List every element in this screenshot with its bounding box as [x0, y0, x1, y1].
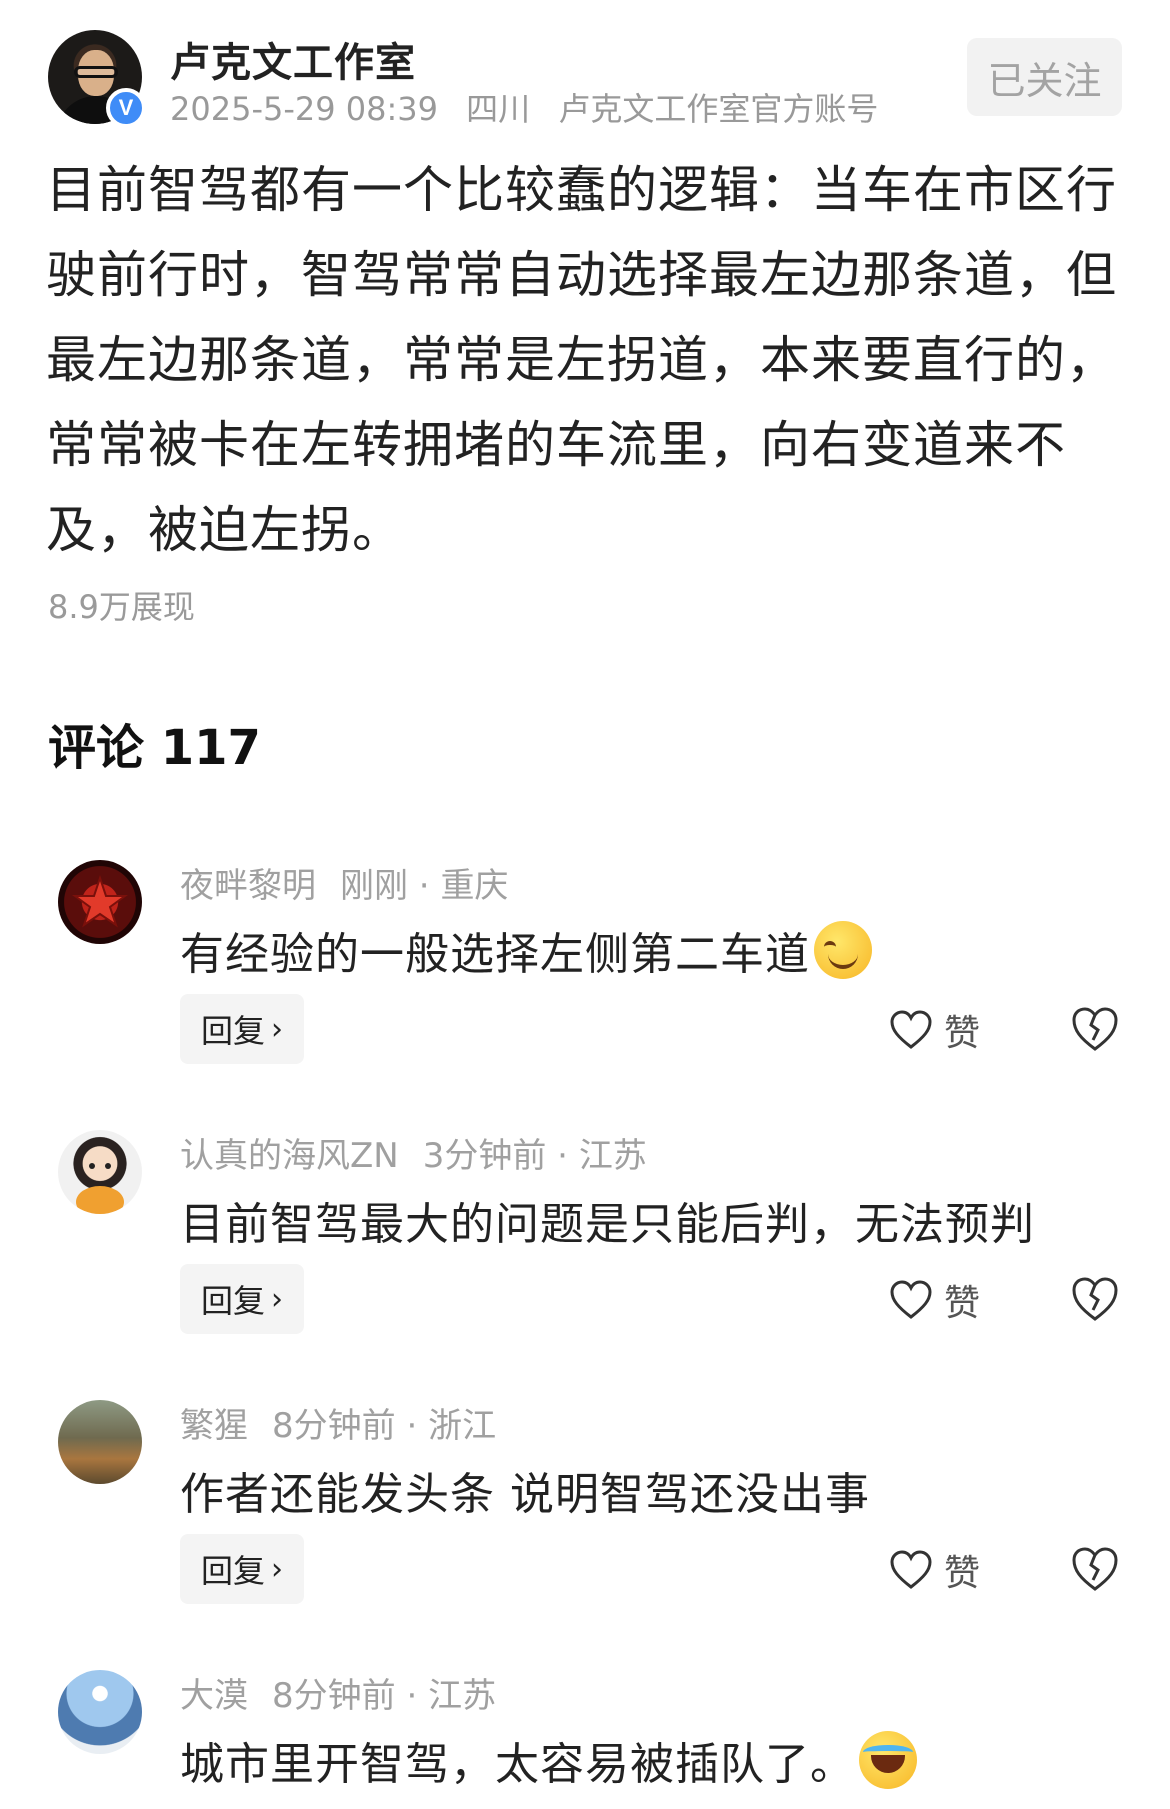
like-button[interactable]: 赞	[890, 1002, 980, 1058]
commenter-avatar[interactable]	[58, 860, 142, 944]
commenter-meta: 大漠 8分钟前 · 江苏	[180, 1676, 497, 1716]
comment-text-row: 城市里开智驾，太容易被插队了。	[180, 1728, 917, 1792]
heart-icon	[890, 1010, 932, 1049]
comment-item: 大漠 8分钟前 · 江苏 城市里开智驾，太容易被插队了。	[58, 1670, 1128, 1809]
comment-time: 8分钟前	[272, 1406, 396, 1446]
comment-item: 认真的海风ZN 3分钟前 · 江苏 目前智驾最大的问题是只能后判，无法预判 回复 ›…	[58, 1130, 1128, 1380]
commenter-avatar[interactable]	[58, 1670, 142, 1754]
comment-location: 重庆	[440, 866, 509, 906]
commenter-meta: 繁猩 8分钟前 · 浙江	[180, 1406, 497, 1446]
post-header: V 卢克文工作室 2025-5-29 08:39 四川 卢克文工作室官方账号 已…	[48, 30, 1122, 130]
smile-emoji-icon	[814, 921, 872, 979]
commenter-avatar[interactable]	[58, 1400, 142, 1484]
like-label: 赞	[944, 1553, 981, 1594]
post-location: 四川	[466, 90, 531, 128]
post-date: 2025-5-29 08:39	[170, 90, 438, 128]
chevron-right-icon: ›	[271, 1281, 283, 1317]
reply-label: 回复	[200, 1552, 265, 1590]
reply-label: 回复	[200, 1282, 265, 1320]
like-button[interactable]: 赞	[890, 1542, 980, 1598]
heart-icon	[890, 1280, 932, 1319]
comment-text: 有经验的一般选择左侧第二车道	[180, 929, 810, 980]
star-icon	[71, 874, 129, 928]
commenter-name[interactable]: 认真的海风ZN	[180, 1136, 399, 1176]
like-label: 赞	[944, 1283, 981, 1324]
comment-text-row: 有经验的一般选择左侧第二车道	[180, 918, 872, 982]
chevron-right-icon: ›	[271, 1551, 283, 1587]
chevron-right-icon: ›	[271, 1011, 283, 1047]
author-name[interactable]: 卢克文工作室	[170, 30, 416, 88]
comment-item: 夜畔黎明 刚刚 · 重庆 有经验的一般选择左侧第二车道 回复 › 赞	[58, 860, 1128, 1110]
post-meta: 2025-5-29 08:39 四川 卢克文工作室官方账号	[170, 84, 896, 130]
commenter-name[interactable]: 夜畔黎明	[180, 866, 316, 906]
account-label: 卢克文工作室官方账号	[558, 90, 879, 128]
comment-time: 3分钟前	[422, 1136, 547, 1176]
comment-item: 繁猩 8分钟前 · 浙江 作者还能发头条 说明智驾还没出事 回复 › 赞	[58, 1400, 1128, 1650]
comment-location: 江苏	[428, 1676, 497, 1716]
comments-title: 评论 117	[48, 720, 261, 776]
broken-heart-icon[interactable]	[1070, 1544, 1120, 1594]
reply-button[interactable]: 回复 ›	[180, 1534, 304, 1604]
impressions-count: 8.9万展现	[48, 588, 195, 626]
reply-button[interactable]: 回复 ›	[180, 1264, 304, 1334]
comment-location: 浙江	[428, 1406, 497, 1446]
crying-laughing-emoji-icon	[859, 1731, 917, 1789]
broken-heart-icon[interactable]	[1070, 1004, 1120, 1054]
reply-label: 回复	[200, 1012, 265, 1050]
follow-button[interactable]: 已关注	[967, 38, 1122, 116]
broken-heart-icon[interactable]	[1070, 1274, 1120, 1324]
child-icon	[76, 1163, 124, 1214]
comment-time: 刚刚	[340, 866, 408, 906]
comment-text: 作者还能发头条 说明智驾还没出事	[180, 1469, 870, 1520]
comment-time: 8分钟前	[272, 1676, 396, 1716]
reply-button[interactable]: 回复 ›	[180, 994, 304, 1064]
commenter-meta: 认真的海风ZN 3分钟前 · 江苏	[180, 1136, 647, 1176]
verified-badge-icon: V	[106, 88, 146, 128]
commenter-name[interactable]: 繁猩	[180, 1406, 248, 1446]
like-button[interactable]: 赞	[890, 1272, 980, 1328]
like-label: 赞	[944, 1013, 981, 1054]
commenter-name[interactable]: 大漠	[180, 1676, 248, 1716]
heart-icon	[890, 1550, 932, 1589]
commenter-avatar[interactable]	[58, 1130, 142, 1214]
comment-text: 目前智驾最大的问题是只能后判，无法预判	[180, 1199, 1035, 1250]
comment-location: 江苏	[578, 1136, 647, 1176]
post-body: 目前智驾都有一个比较蠢的逻辑：当车在市区行驶前行时，智驾常常自动选择最左边那条道…	[46, 161, 1117, 559]
comment-text: 城市里开智驾，太容易被插队了。	[180, 1739, 855, 1790]
avatar-glasses	[74, 66, 118, 78]
commenter-meta: 夜畔黎明 刚刚 · 重庆	[180, 866, 509, 906]
